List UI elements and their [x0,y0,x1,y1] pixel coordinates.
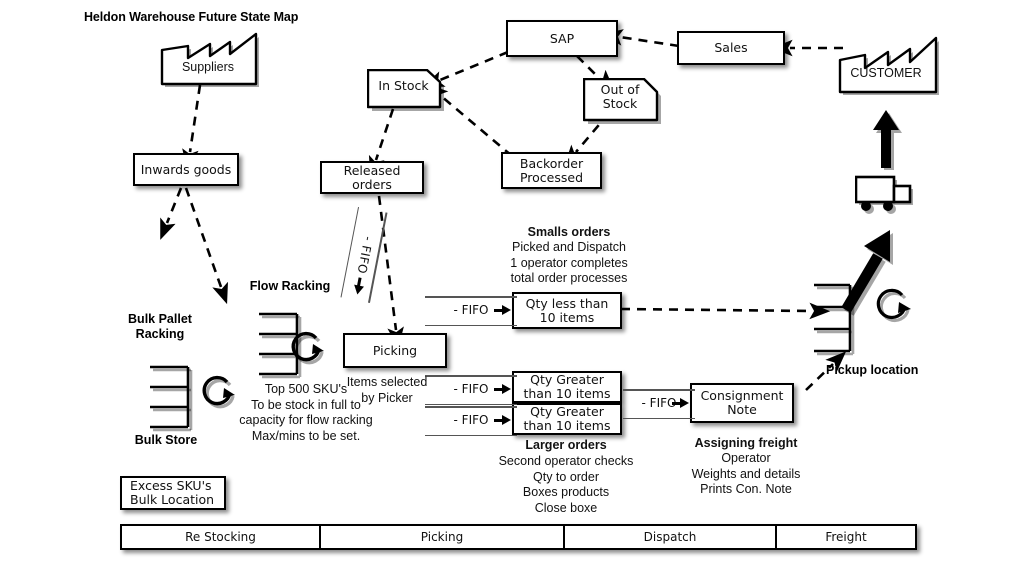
process-stage-segment[interactable]: Dispatch [565,526,777,548]
truck-icon [854,173,919,222]
node-inwards-goods[interactable]: Inwards goods [133,153,239,186]
process-stage-label: Picking [420,530,464,544]
node-consignment-note[interactable]: Consignment Note [690,383,794,423]
node-qty-greater-than-10-top-label: Qty Greater than 10 items [523,372,611,401]
process-stage-label: Re Stocking [185,530,256,544]
process-stage-segment[interactable]: Re Stocking [122,526,321,548]
node-customer[interactable]: CUSTOMER [838,36,939,95]
process-stage-label: Freight [825,530,867,544]
node-customer-label: CUSTOMER [850,66,922,80]
node-excess-sku-bulk-location-label: Excess SKU's Bulk Location [130,478,215,507]
process-stage-bar: Re Stocking Picking Dispatch Freight [120,524,917,550]
process-stage-segment[interactable]: Freight [777,526,915,548]
node-backorder-processed-label: Backorder Processed [519,155,584,185]
node-sales[interactable]: Sales [677,31,785,65]
node-suppliers[interactable]: Suppliers [160,32,259,87]
node-excess-sku-bulk-location[interactable]: Excess SKU's Bulk Location [120,476,226,510]
fifo-arrow-head [502,415,511,425]
fifo-arrow-head [352,284,364,296]
label-bulk-store: Bulk Store [134,433,198,447]
annotation-assigning-freight-body: Operator Weights and details Prints Con.… [691,451,801,497]
annotation-smalls-orders-heading: Smalls orders [527,225,611,239]
fifo-lane-larger-bottom: - FIFO [425,406,517,436]
annotation-larger-orders-heading: Larger orders [525,438,607,452]
node-suppliers-label: Suppliers [181,60,235,74]
node-qty-less-than-10-label: Qty less than 10 items [525,295,609,325]
node-sales-label: Sales [714,40,748,55]
node-consignment-note-label: Consignment Note [700,388,784,417]
node-qty-less-than-10[interactable]: Qty less than 10 items [512,292,622,329]
fifo-lane-tilted: - FIFO [340,206,388,304]
fifo-lane-consignment: - FIFO [623,389,695,419]
racking-icon-bulk-store [148,363,198,440]
node-sap-label: SAP [549,30,575,46]
label-flow-racking: Flow Racking [249,279,331,293]
fifo-line-top [623,389,695,391]
node-out-of-stock-label: Out of Stock [600,82,640,111]
node-released-orders[interactable]: Released orders [320,161,424,194]
node-qty-greater-than-10-bottom[interactable]: Qty Greater than 10 items [512,403,622,435]
node-in-stock-label: In Stock [378,77,429,93]
node-picking-label: Picking [372,342,418,358]
annotation-smalls-orders-body: Picked and Dispatch 1 operator completes… [510,240,628,286]
node-inwards-goods-label: Inwards goods [140,161,232,177]
node-picking[interactable]: Picking [343,333,447,368]
thick-arrow-icon-shipment [838,228,908,323]
node-backorder-processed[interactable]: Backorder Processed [501,152,602,189]
fifo-arrow-head [502,305,511,315]
annotation-larger-orders-body: Second operator checks Qty to order Boxe… [498,454,634,515]
thick-arrow-icon-to-customer [872,110,906,175]
diagram-canvas: Heldon Warehouse Future State Map Suppli… [0,0,1024,576]
node-in-stock[interactable]: In Stock [367,69,444,111]
fifo-lane-smalls: - FIFO [425,296,517,326]
fifo-line-bottom [425,434,517,436]
label-pickup-location: Pickup location [826,363,919,377]
node-sap[interactable]: SAP [506,20,618,57]
circular-arrow-icon-flow-racking [288,328,332,379]
fifo-line-bottom [425,324,517,326]
annotation-items-selected-by-picker: Items selected by Picker [346,375,428,405]
node-out-of-stock[interactable]: Out of Stock [583,78,661,124]
fifo-arrow-head [680,398,689,408]
annotation-assigning-freight-heading: Assigning freight [694,436,798,450]
fifo-line-bottom [623,417,695,419]
page-title: Heldon Warehouse Future State Map [84,10,299,24]
node-qty-greater-than-10-bottom-label: Qty Greater than 10 items [523,404,611,433]
process-stage-segment[interactable]: Picking [321,526,565,548]
node-qty-greater-than-10-top[interactable]: Qty Greater than 10 items [512,371,622,403]
node-released-orders-label: Released orders [343,162,401,192]
process-stage-label: Dispatch [643,530,697,544]
label-bulk-pallet-racking: Bulk Pallet Racking [128,312,192,341]
fifo-line-top [425,296,517,298]
fifo-arrow-head [502,384,511,394]
